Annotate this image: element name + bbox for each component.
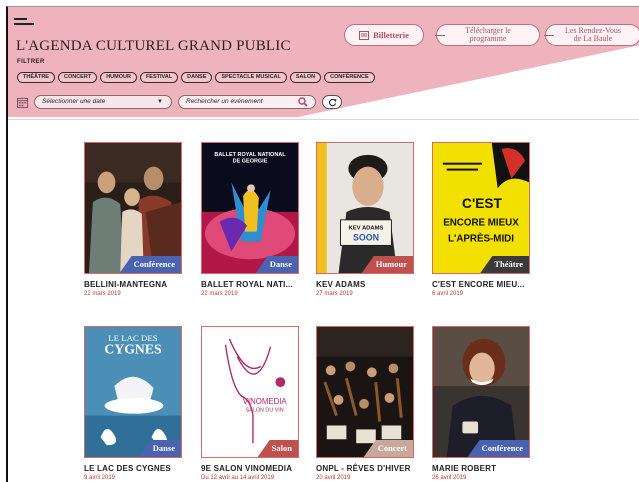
tag-festival[interactable]: FESTIVAL	[139, 72, 179, 83]
poster-title-2: ENCORE MIEUX	[443, 218, 519, 229]
download-program-label: Télécharger le programme	[465, 26, 511, 43]
event-title[interactable]: KEV ADAMS	[316, 280, 416, 289]
event-date: 22 mars 2019	[201, 291, 238, 297]
event-title[interactable]: C'EST ENCORE MIEU...	[432, 280, 532, 289]
event-card[interactable]: C'EST ENCORE MIEUX L'APRÈS-MIDI Théâtre …	[432, 142, 532, 297]
event-date: 26 avril 2019	[432, 475, 467, 481]
search-input[interactable]: Rechercher un événement	[178, 95, 316, 109]
billetterie-label: Billetterie	[373, 30, 409, 40]
event-card[interactable]: Concert ONPL - RÊVES D'HIVER 20 avril 20…	[316, 326, 416, 481]
tag-humour[interactable]: HUMOUR	[100, 72, 137, 83]
event-date: 22 mars 2019	[84, 291, 121, 297]
event-poster[interactable]: LE LAC DES CYGNES Danse	[84, 326, 182, 458]
ballet-image: BALLET ROYAL NATIONAL DE GEORGIE	[202, 143, 298, 273]
event-date: 6 avril 2019	[432, 291, 464, 297]
tag-conference[interactable]: CONFÉRENCE	[324, 72, 375, 83]
date-select[interactable]: Sélectionner une date ▼	[34, 95, 172, 109]
poster-title-2: SALON DU VIN	[246, 408, 284, 414]
download-program-button[interactable]: Télécharger le programme	[435, 24, 540, 46]
event-date: 20 avril 2019	[316, 475, 351, 481]
tag-danse[interactable]: DANSE	[181, 72, 213, 83]
app-window: L'AGENDA CULTUREL GRAND PUBLIC FILTRER T…	[6, 6, 639, 482]
tag-salon[interactable]: SALON	[289, 72, 322, 83]
chevron-down-icon: ▼	[157, 99, 163, 105]
event-card[interactable]: BALLET ROYAL NATIONAL DE GEORGIE Danse B…	[201, 142, 301, 297]
page-title: L'AGENDA CULTUREL GRAND PUBLIC	[16, 38, 291, 54]
event-card[interactable]: Conférence MARIE ROBERT 26 avril 2019	[432, 326, 532, 481]
event-card[interactable]: LE LAC DES CYGNES Danse LE LAC DES CYGNE…	[84, 326, 184, 481]
poster-title: BALLET ROYAL NATIONAL	[214, 152, 286, 158]
tag-theatre[interactable]: THÉÂTRE	[17, 72, 55, 83]
ticket-icon	[359, 30, 370, 40]
search-placeholder: Rechercher un événement	[186, 98, 263, 105]
event-card[interactable]: KEV ADAMS SOON Humour KEV ADAMS 27 mars …	[316, 142, 416, 297]
theatre-poster-image: C'EST ENCORE MIEUX L'APRÈS-MIDI	[433, 143, 529, 273]
tag-spectacle-musical[interactable]: SPECTACLE MUSICAL	[215, 72, 287, 83]
billetterie-button[interactable]: Billetterie	[344, 24, 424, 46]
portrait-image	[433, 327, 529, 457]
poster-subtitle: DE GEORGIE	[233, 159, 268, 165]
event-poster[interactable]: KEV ADAMS SOON Humour	[316, 142, 414, 274]
event-title[interactable]: ONPL - RÊVES D'HIVER	[316, 464, 416, 473]
refresh-button[interactable]	[322, 95, 342, 109]
event-card[interactable]: Conférence BELLINI-MANTEGNA 22 mars 2019	[84, 142, 184, 297]
event-title[interactable]: MARIE ROBERT	[432, 464, 532, 473]
event-title[interactable]: BELLINI-MANTEGNA	[84, 280, 184, 289]
header: L'AGENDA CULTUREL GRAND PUBLIC FILTRER T…	[8, 7, 639, 117]
event-poster[interactable]: C'EST ENCORE MIEUX L'APRÈS-MIDI Théâtre	[432, 142, 530, 274]
poster-sign-title: SOON	[353, 232, 379, 242]
search-icon[interactable]	[298, 97, 308, 107]
event-poster[interactable]: BALLET ROYAL NATIONAL DE GEORGIE Danse	[201, 142, 299, 274]
event-title[interactable]: LE LAC DES CYGNES	[84, 464, 184, 473]
event-poster[interactable]: Conférence	[84, 142, 182, 274]
tag-concert[interactable]: CONCERT	[57, 72, 98, 83]
event-poster[interactable]: VINOMEDIA SALON DU VIN Salon	[201, 326, 299, 458]
orchestra-image	[317, 327, 413, 457]
rendez-vous-label: Les Rendez-Vous de La Baule	[564, 26, 622, 43]
poster-title-1: VINOMEDIA	[243, 397, 288, 406]
refresh-icon	[328, 98, 337, 106]
event-title[interactable]: 9E SALON VINOMEDIA	[201, 464, 301, 473]
event-date: 27 mars 2019	[316, 291, 353, 297]
divider	[8, 119, 639, 120]
filter-label: FILTRER	[17, 59, 45, 65]
poster-title-2: CYGNES	[104, 342, 162, 357]
event-date: Du 12 avril au 14 avril 2019	[201, 475, 275, 481]
date-select-placeholder: Sélectionner une date	[42, 98, 106, 105]
arrow-icon	[435, 35, 445, 36]
calendar-icon[interactable]	[17, 97, 28, 108]
event-poster[interactable]: Conférence	[432, 326, 530, 458]
swan-lake-image: LE LAC DES CYGNES	[85, 327, 181, 457]
event-date: 9 avril 2019	[84, 475, 116, 481]
event-card[interactable]: VINOMEDIA SALON DU VIN Salon 9E SALON VI…	[201, 326, 301, 481]
poster-title-1: C'EST	[462, 196, 502, 211]
poster-title-3: L'APRÈS-MIDI	[448, 233, 514, 244]
rendez-vous-button[interactable]: Les Rendez-Vous de La Baule	[544, 24, 639, 46]
event-poster[interactable]: Concert	[316, 326, 414, 458]
category-tags: THÉÂTRE CONCERT HUMOUR FESTIVAL DANSE SP…	[17, 72, 375, 83]
menu-icon[interactable]	[14, 18, 34, 28]
arrow-icon	[544, 35, 554, 36]
poster-sign: KEV ADAMS	[349, 226, 384, 232]
painting-image	[85, 143, 181, 273]
wine-salon-image: VINOMEDIA SALON DU VIN	[202, 327, 298, 457]
event-title[interactable]: BALLET ROYAL NATI...	[201, 280, 301, 289]
comedian-image: KEV ADAMS SOON	[317, 143, 413, 273]
filter-row: Sélectionner une date ▼ Rechercher un év…	[17, 95, 342, 109]
